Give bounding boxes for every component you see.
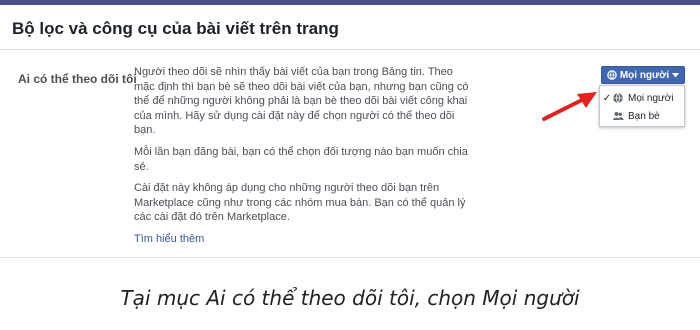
audience-option-everyone[interactable]: ✓ Mọi người — [600, 89, 684, 107]
description-paragraph: Cài đặt này không áp dụng cho những ngườ… — [134, 182, 466, 224]
friends-icon — [613, 112, 624, 120]
audience-dropdown-menu: ✓ Mọi người Bạn bè — [599, 85, 685, 127]
description-paragraph: Mỗi lần bạn đăng bài, bạn có thể chọn đố… — [134, 145, 468, 173]
learn-more-link[interactable]: Tìm hiểu thêm — [134, 233, 204, 245]
red-arrow-annotation — [542, 92, 597, 121]
settings-panel: Bộ lọc và công cụ của bài viết trên tran… — [0, 5, 700, 258]
audience-option-friends[interactable]: Bạn bè — [600, 107, 684, 125]
globe-icon — [607, 70, 617, 80]
setting-label: Ai có thể theo dõi tôi — [18, 72, 137, 86]
audience-selected-label: Mọi người — [619, 69, 670, 81]
description-paragraph: Người theo dõi sẽ nhìn thấy bài viết của… — [134, 66, 469, 137]
globe-icon — [613, 92, 623, 104]
checkmark-icon: ✓ — [602, 92, 612, 104]
setting-description: Người theo dõi sẽ nhìn thấy bài viết của… — [134, 65, 474, 247]
page-title: Bộ lọc và công cụ của bài viết trên tran… — [12, 19, 339, 38]
chevron-down-icon — [672, 72, 680, 77]
audience-option-label: Bạn bè — [628, 110, 660, 122]
audience-selector-button[interactable]: Mọi người — [601, 66, 685, 84]
audience-option-label: Mọi người — [628, 92, 674, 104]
title-divider — [0, 49, 700, 50]
instruction-caption: Tại mục Ai có thể theo dõi tôi, chọn Mọi… — [120, 286, 580, 310]
